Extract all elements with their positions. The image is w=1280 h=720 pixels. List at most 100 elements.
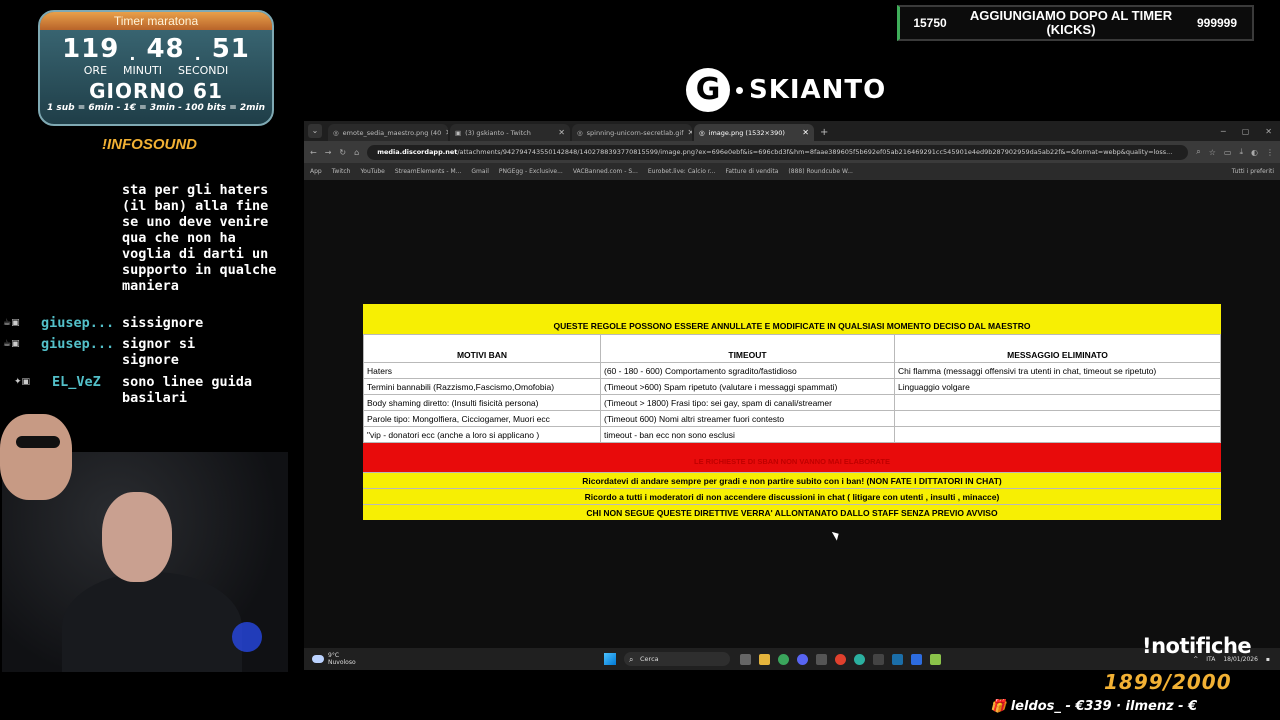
table-cell: Linguaggio volgare (894, 378, 1221, 395)
chat-username: giusep... (41, 336, 115, 352)
bookmark-item[interactable]: StreamElements - M... (395, 168, 462, 175)
browser-tab[interactable]: ▣ (3) gskianto - Twitch ✕ (450, 124, 570, 141)
bookmark-item[interactable]: (888) Roundcube W... (788, 168, 853, 175)
windows-start-icon[interactable] (604, 653, 616, 665)
weather-temp: 9°C (328, 652, 340, 659)
table-cell (894, 394, 1221, 411)
bookmark-item[interactable]: Eurobet.live: Calcio r... (648, 168, 716, 175)
app-icon[interactable] (930, 653, 941, 665)
zoom-icon[interactable]: ⌕ (1196, 147, 1200, 157)
bookmark-item[interactable]: YouTube (360, 168, 384, 175)
timer-minutes: 48 (146, 34, 185, 64)
browser-window: ⌄ ◎emote_sedia_maestro.png (40✕ ▣(3) gsk… (304, 121, 1280, 648)
maximize-icon[interactable]: ▢ (1242, 127, 1250, 136)
close-icon[interactable]: ✕ (687, 128, 692, 137)
banner-title: AGGIUNGIAMO DOPO AL TIMER (KICKS) (969, 8, 1173, 37)
chat-message: sissignore (122, 315, 204, 331)
chat-username: giusep... (41, 315, 115, 331)
menu-icon[interactable]: ⋮ (1266, 148, 1274, 157)
app-icon[interactable] (854, 653, 865, 665)
forward-icon[interactable]: → (325, 148, 332, 157)
url-field[interactable]: media.discordapp.net/attachments/9427947… (367, 144, 1189, 160)
steam-icon[interactable] (892, 653, 903, 665)
app-icon[interactable] (816, 653, 827, 665)
browser-tab-active[interactable]: ◎ image.png (1532×390) ✕ (694, 124, 814, 141)
home-icon[interactable]: ⌂ (354, 148, 359, 157)
url-host: media.discordapp.net (377, 147, 458, 156)
browser-tab[interactable]: ◎emote_sedia_maestro.png (40✕ (328, 124, 448, 141)
cloud-icon (312, 655, 324, 663)
tab-label: spinning-unicorn-secretlab.gif (586, 128, 684, 137)
back-icon[interactable]: ← (310, 148, 317, 157)
chat-badge-icon: ✦▣ (14, 377, 31, 387)
taskbar-search[interactable]: ⌕ Cerca (624, 652, 730, 666)
bookmark-item[interactable]: App (310, 168, 322, 175)
app-icon[interactable] (873, 653, 884, 665)
bookmark-item[interactable]: VACBanned.com - S... (573, 168, 638, 175)
chat-badge-icon: ☕▣ (3, 339, 20, 349)
app-icon[interactable] (835, 653, 846, 665)
bookmark-star-icon[interactable]: ☆ (1209, 148, 1216, 157)
chat-message: signor si signore (122, 336, 196, 368)
weather-widget[interactable]: 9°C Nuvoloso (304, 652, 364, 666)
tab-favicon-icon: ▣ (455, 128, 462, 137)
reload-icon[interactable]: ↻ (339, 148, 346, 157)
rules-note: Ricordo a tutti i moderatori di non acce… (363, 488, 1221, 504)
rules-header: QUESTE REGOLE POSSONO ESSERE ANNULLATE E… (363, 304, 1221, 334)
bookmarks-bar: App Twitch YouTube StreamElements - M...… (304, 163, 1280, 180)
rules-image: QUESTE REGOLE POSSONO ESSERE ANNULLATE E… (363, 304, 1221, 520)
table-cell (894, 410, 1221, 427)
table-row: Body shaming diretto: (Insulti fisicità … (363, 394, 1221, 411)
table-cell: Parole tipo: Mongolfiera, Cicciogamer, M… (363, 410, 601, 427)
profile-icon[interactable]: ◐ (1251, 148, 1258, 157)
table-row: "vip - donatori ecc (anche a loro si app… (363, 426, 1221, 443)
close-icon[interactable]: ✕ (558, 128, 565, 137)
discord-icon[interactable] (797, 653, 808, 665)
table-cell: (60 - 180 - 600) Comportamento sgradito/… (600, 362, 895, 379)
streamer-emote-image (0, 414, 72, 500)
minimize-icon[interactable]: ─ (1221, 127, 1226, 136)
gift-icon: 🎁 (990, 699, 1007, 714)
tab-bar: ⌄ ◎emote_sedia_maestro.png (40✕ ▣(3) gsk… (304, 121, 1280, 141)
column-header: MESSAGGIO ELIMINATO (894, 334, 1221, 363)
close-icon[interactable]: ✕ (802, 128, 809, 137)
timer-label-seconds: SECONDI (178, 64, 229, 77)
table-row: Haters (60 - 180 - 600) Comportamento sg… (363, 362, 1221, 379)
window-close-icon[interactable]: ✕ (1265, 127, 1272, 136)
infosound-command: !INFOSOUND (102, 136, 197, 153)
bookmark-item[interactable]: PNGEgg - Exclusive... (499, 168, 563, 175)
table-cell: (Timeout 600) Nomi altri streamer fuori … (600, 410, 895, 427)
notification-icon[interactable]: ▪ (1266, 656, 1270, 663)
logo-letter: G (686, 68, 730, 112)
rules-note: CHI NON SEGUE QUESTE DIRETTIVE VERRA' AL… (363, 504, 1221, 520)
close-icon[interactable]: ✕ (445, 128, 448, 137)
logo-name: SKIANTO (749, 75, 887, 105)
new-tab-icon[interactable]: + (820, 127, 828, 138)
tab-favicon-icon: ◎ (577, 128, 583, 137)
bookmark-item[interactable]: Twitch (332, 168, 351, 175)
chrome-icon[interactable] (778, 653, 789, 665)
rules-note: Ricordatevi di andare sempre per gradi e… (363, 472, 1221, 488)
notifiche-command: !notifiche (1142, 634, 1252, 658)
browser-tab[interactable]: ◎ spinning-unicorn-secretlab.gif ✕ (572, 124, 692, 141)
table-cell: Chi flamma (messaggi offensivi tra utent… (894, 362, 1221, 379)
column-header: MOTIVI BAN (363, 334, 601, 363)
table-cell: Termini bannabili (Razzismo,Fascismo,Omo… (363, 378, 601, 395)
extensions-icon[interactable]: ▭ (1224, 148, 1232, 157)
banner-left-value: 15750 (913, 16, 947, 30)
bookmark-item[interactable]: Gmail (471, 168, 489, 175)
windows-taskbar: 9°C Nuvoloso ⌕ Cerca ^ ITA 18/01/2026 ▪ (304, 648, 1280, 670)
table-cell: timeout - ban ecc non sono esclusi (600, 426, 895, 443)
bookmark-item[interactable]: Fatture di vendita (725, 168, 778, 175)
all-bookmarks[interactable]: Tutti i preferiti (1232, 168, 1274, 175)
app-icon[interactable] (911, 653, 922, 665)
gskianto-logo: G SKIANTO (686, 68, 886, 112)
rules-red-note: LE RICHIESTE DI SBAN NON VANNO MAI ELABO… (363, 443, 1221, 472)
donation-ticker: 🎁 leldos_ - €339 · ilmenz - € (990, 699, 1280, 717)
chat-message: sono linee guida basilari (122, 374, 253, 406)
download-icon[interactable]: ⤓ (1239, 147, 1243, 157)
task-view-icon[interactable] (740, 653, 751, 665)
tab-search-icon[interactable]: ⌄ (308, 124, 322, 138)
file-explorer-icon[interactable] (759, 653, 770, 665)
timer-seconds: 51 (211, 34, 250, 64)
